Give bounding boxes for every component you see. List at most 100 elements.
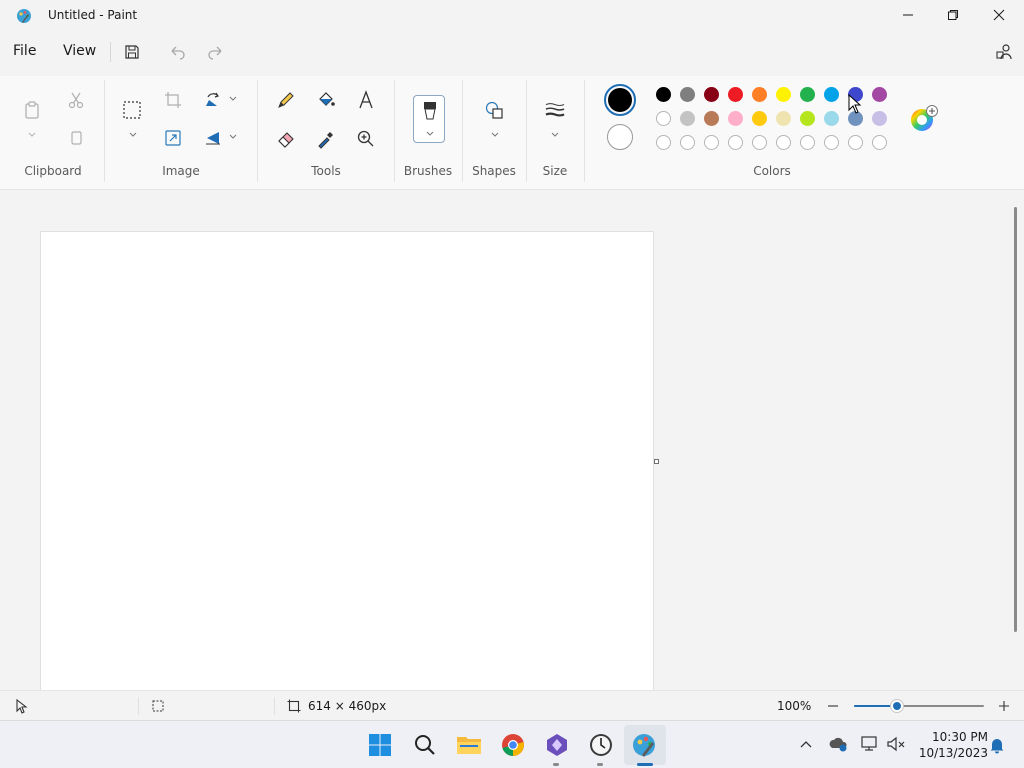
close-icon (993, 9, 1005, 21)
running-indicator (597, 763, 603, 766)
rotate-icon (206, 92, 219, 106)
file-explorer-button[interactable] (455, 731, 483, 759)
cut-button[interactable] (62, 86, 90, 114)
custom-color-slot[interactable] (704, 135, 719, 150)
drawing-canvas[interactable] (40, 231, 654, 691)
minimize-button[interactable] (885, 0, 931, 30)
color-picker-button[interactable] (312, 125, 340, 153)
eraser-button[interactable] (272, 125, 300, 153)
zoom-slider-track[interactable] (854, 700, 984, 712)
start-button[interactable] (366, 731, 394, 759)
secondary-color-selector[interactable] (607, 124, 633, 150)
edit-colors-icon[interactable] (909, 104, 939, 134)
brushes-group-label: Brushes (403, 164, 453, 178)
resize-button[interactable] (159, 124, 187, 152)
color-swatch[interactable] (752, 87, 767, 102)
color-swatch[interactable] (656, 111, 671, 126)
settings-button[interactable] (992, 40, 1016, 64)
menu-file[interactable]: File (13, 43, 36, 59)
custom-color-slot[interactable] (776, 135, 791, 150)
size-button[interactable] (541, 96, 569, 124)
custom-color-slot[interactable] (848, 135, 863, 150)
paste-icon (25, 101, 39, 119)
pencil-icon (278, 92, 294, 108)
rotate-button[interactable] (199, 86, 227, 114)
custom-color-slot[interactable] (752, 135, 767, 150)
redo-icon (208, 46, 222, 60)
custom-color-slot[interactable] (728, 135, 743, 150)
copy-button[interactable] (62, 124, 90, 152)
visual-studio-button[interactable] (543, 731, 571, 759)
rotate-chevron-down-icon[interactable] (228, 95, 238, 103)
custom-color-slot[interactable] (656, 135, 671, 150)
vertical-scrollbar[interactable] (1014, 207, 1017, 632)
chrome-button[interactable] (499, 731, 527, 759)
color-swatch[interactable] (776, 111, 791, 126)
paste-chevron-down-icon[interactable] (27, 131, 37, 139)
brushes-button[interactable] (413, 95, 445, 143)
menu-view[interactable]: View (63, 43, 96, 59)
search-button[interactable] (411, 731, 439, 759)
color-swatch[interactable] (680, 111, 695, 126)
color-swatch[interactable] (704, 111, 719, 126)
clock-app-button[interactable] (587, 731, 615, 759)
shapes-button[interactable] (480, 96, 508, 124)
custom-color-slot[interactable] (872, 135, 887, 150)
shapes-chevron-down-icon[interactable] (490, 131, 500, 139)
zoom-out-icon[interactable] (826, 699, 840, 713)
resize-icon (165, 130, 181, 146)
running-indicator (553, 763, 559, 766)
undo-button[interactable] (165, 40, 189, 64)
color-swatch[interactable] (824, 87, 839, 102)
color-swatch[interactable] (800, 87, 815, 102)
text-button[interactable] (352, 86, 380, 114)
custom-color-slot[interactable] (800, 135, 815, 150)
custom-color-slot[interactable] (680, 135, 695, 150)
restore-icon (948, 10, 958, 20)
custom-color-slot[interactable] (824, 135, 839, 150)
pencil-button[interactable] (272, 86, 300, 114)
magnifier-button[interactable] (352, 125, 380, 153)
redo-button[interactable] (204, 40, 228, 64)
color-swatch[interactable] (800, 111, 815, 126)
notification-bell-icon[interactable] (988, 736, 1006, 754)
color-swatch[interactable] (872, 111, 887, 126)
color-swatch[interactable] (728, 87, 743, 102)
select-chevron-down-icon[interactable] (128, 131, 138, 139)
flip-button[interactable] (199, 124, 227, 152)
color-swatch[interactable] (752, 111, 767, 126)
color-swatch[interactable] (872, 87, 887, 102)
flip-chevron-down-icon[interactable] (228, 133, 238, 141)
canvas-resize-handle[interactable] (654, 459, 659, 464)
clock-date: 10/13/2023 (918, 746, 988, 760)
close-button[interactable] (976, 0, 1022, 30)
color-swatch[interactable] (656, 87, 671, 102)
clock-time: 10:30 PM (932, 730, 988, 744)
chevron-up-icon[interactable] (799, 739, 813, 749)
color-swatch[interactable] (680, 87, 695, 102)
paint-taskbar-button[interactable] (631, 731, 659, 759)
color-swatch[interactable] (824, 111, 839, 126)
primary-color-selector[interactable] (604, 84, 636, 116)
clock-icon (590, 734, 612, 756)
color-swatch[interactable] (704, 87, 719, 102)
system-clock[interactable]: 10:30 PM 10/13/2023 (912, 729, 988, 761)
canvas-size-text: 614 × 460px (308, 699, 387, 713)
size-chevron-down-icon[interactable] (550, 131, 560, 139)
paint-bucket-icon (319, 92, 335, 106)
color-swatch[interactable] (728, 111, 743, 126)
save-button[interactable] (120, 40, 144, 64)
network-icon[interactable] (860, 735, 880, 753)
zoom-slider-thumb[interactable] (890, 700, 903, 712)
zoom-in-icon[interactable] (997, 699, 1011, 713)
crop-button[interactable] (159, 86, 187, 114)
volume-muted-icon[interactable] (886, 735, 906, 753)
active-app-indicator (637, 763, 653, 766)
fill-button[interactable] (312, 86, 340, 114)
restore-button[interactable] (930, 0, 976, 30)
tools-group-label: Tools (311, 164, 341, 178)
color-swatch[interactable] (776, 87, 791, 102)
select-button[interactable] (118, 96, 146, 124)
paste-button[interactable] (18, 96, 46, 124)
onedrive-icon[interactable] (828, 735, 848, 753)
